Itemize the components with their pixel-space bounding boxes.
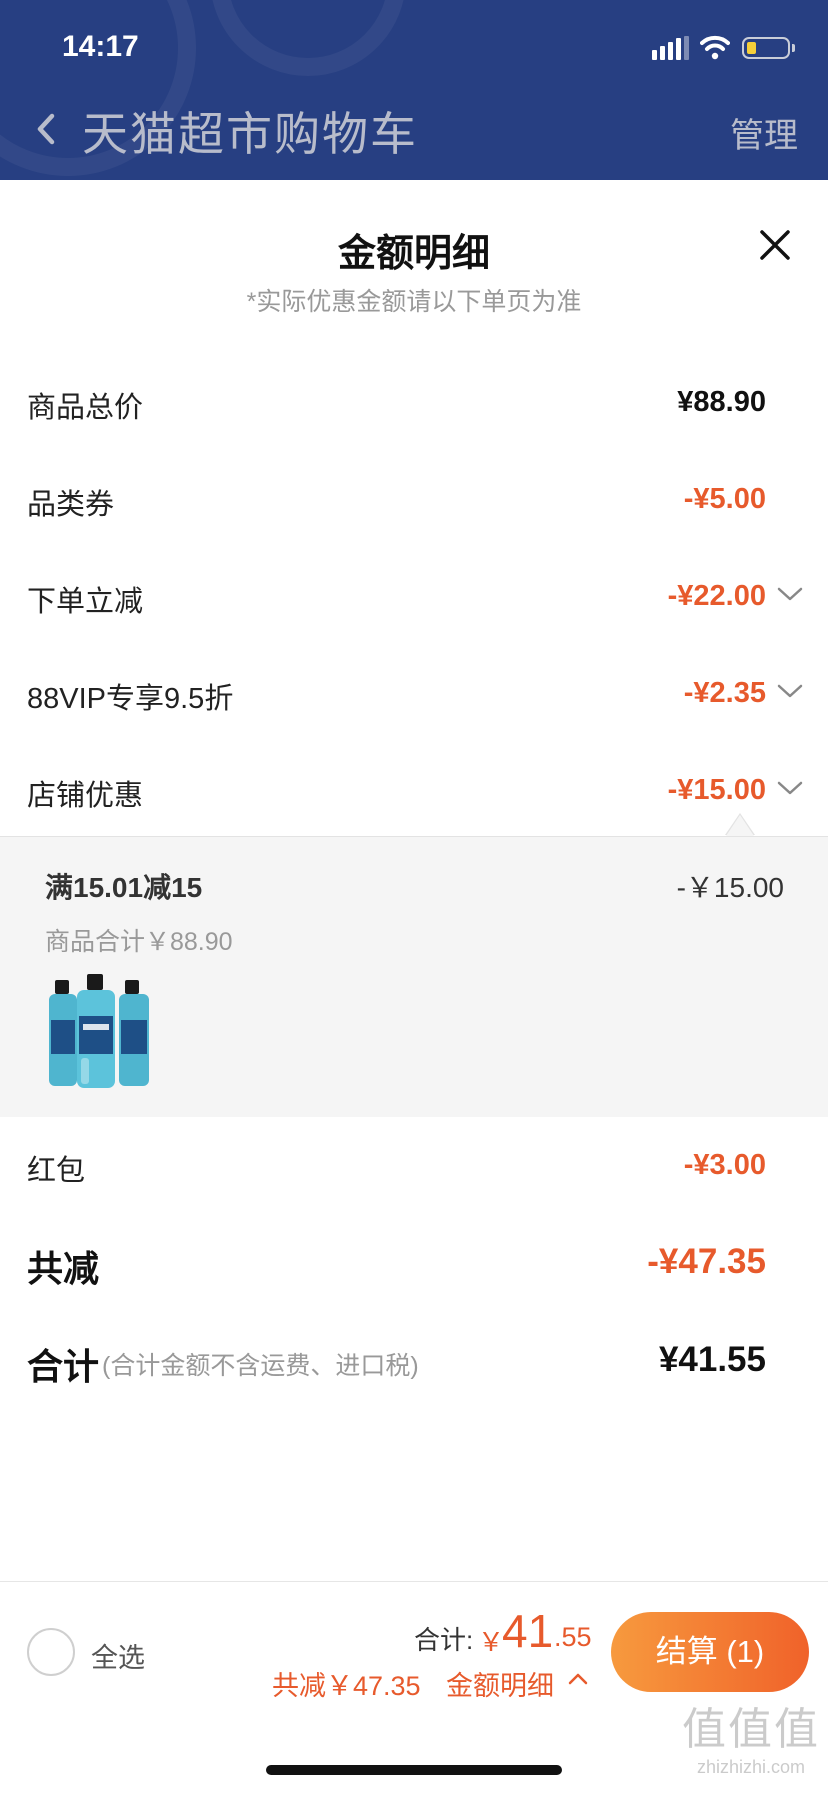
row-label-vip-discount: 88VIP专享9.5折 — [27, 683, 234, 715]
row-value-category-coupon: -¥5.00 — [683, 483, 766, 515]
row-value-order-discount: -¥22.00 — [667, 580, 766, 612]
battery-icon — [742, 37, 790, 59]
chevron-down-icon[interactable] — [777, 683, 803, 699]
row-label-category-coupon: 品类券 — [27, 489, 115, 521]
row-label-red-packet: 红包 — [27, 1155, 86, 1187]
panel-pointer — [726, 815, 754, 836]
sum-label: 合计: — [414, 1625, 474, 1655]
watermark-logo: 值值值 zhizhizhi.com — [676, 1704, 826, 1778]
page-title: 天猫超市购物车 — [82, 108, 418, 160]
row-label-order-discount: 下单立减 — [27, 586, 144, 618]
sum-decimal: .55 — [554, 1622, 592, 1652]
sum-integer: 41 — [502, 1605, 554, 1657]
watermark-main: 值值值 — [682, 1705, 820, 1754]
chevron-down-icon[interactable] — [777, 586, 803, 602]
chevron-down-icon[interactable] — [777, 780, 803, 796]
row-label-goods-total: 商品总价 — [27, 392, 144, 424]
status-time: 14:17 — [62, 30, 139, 63]
amount-detail-link[interactable]: 金额明细 — [446, 1664, 554, 1703]
discount-summary: 共减￥47.35 — [272, 1671, 421, 1701]
product-thumbnail-image[interactable] — [45, 972, 159, 1092]
wifi-icon — [700, 35, 730, 60]
row-value-store-discount: -¥15.00 — [667, 774, 766, 806]
signal-icon — [652, 36, 689, 60]
sheet-title: 金额明细 — [337, 233, 490, 275]
grand-total-value: ¥41.55 — [658, 1340, 766, 1379]
grand-total-note: (合计金额不含运费、进口税) — [102, 1352, 419, 1380]
manage-button[interactable]: 管理 — [730, 108, 798, 157]
checkout-button[interactable]: 结算 (1) — [611, 1612, 809, 1692]
header-decoration — [210, 0, 406, 76]
grand-total-label: 合计 — [27, 1346, 100, 1387]
home-indicator[interactable] — [266, 1765, 562, 1775]
watermark-sub: zhizhizhi.com — [696, 1757, 806, 1777]
select-all-checkbox[interactable] — [27, 1628, 75, 1676]
row-value-vip-discount: -¥2.35 — [683, 677, 766, 709]
battery-tip — [792, 44, 795, 52]
promo-subtotal: 商品合计￥88.90 — [45, 928, 233, 956]
row-value-red-packet: -¥3.00 — [683, 1149, 766, 1181]
total-discount-label: 共减 — [27, 1248, 100, 1289]
back-chevron-icon[interactable] — [30, 104, 66, 154]
select-all-label[interactable]: 全选 — [91, 1636, 145, 1675]
row-label-store-discount: 店铺优惠 — [27, 780, 144, 812]
sum-currency: ￥ — [478, 1627, 505, 1657]
row-value-goods-total: ¥88.90 — [677, 386, 766, 418]
sheet-subtitle: *实际优惠金额请以下单页为准 — [246, 288, 582, 316]
promo-amount: -￥15.00 — [676, 872, 784, 903]
promo-title: 满15.01减15 — [45, 872, 203, 903]
total-discount-value: -¥47.35 — [647, 1242, 766, 1281]
chevron-up-icon[interactable] — [568, 1672, 588, 1686]
close-icon[interactable] — [756, 226, 794, 264]
